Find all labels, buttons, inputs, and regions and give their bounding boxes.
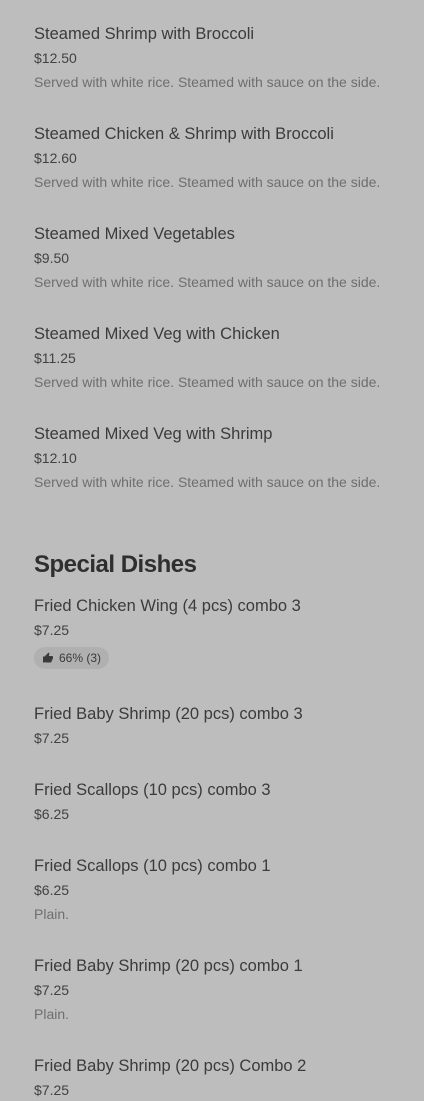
menu-item[interactable]: Steamed Mixed Vegetables $9.50 Served wi…: [34, 224, 414, 291]
menu-item-description: Served with white rice. Steamed with sau…: [34, 74, 381, 90]
menu-item-price: $9.50: [34, 250, 70, 266]
menu-item-price: $12.50: [34, 50, 77, 66]
menu-item-description: Served with white rice. Steamed with sau…: [34, 274, 381, 290]
menu-item-name[interactable]: Fried Chicken Wing (4 pcs) combo 3: [34, 596, 414, 616]
menu-item[interactable]: Fried Scallops (10 pcs) combo 1 $6.25 Pl…: [34, 856, 414, 923]
menu-page: Steamed Shrimp with Broccoli $12.50 Serv…: [0, 0, 424, 1101]
menu-item-price: $7.25: [34, 622, 70, 638]
menu-item-description: Served with white rice. Steamed with sau…: [34, 474, 381, 490]
menu-item-name[interactable]: Fried Scallops (10 pcs) combo 3: [34, 780, 414, 800]
menu-item[interactable]: Steamed Mixed Veg with Chicken $11.25 Se…: [34, 324, 414, 391]
menu-item-description: Served with white rice. Steamed with sau…: [34, 374, 381, 390]
menu-item-description: Served with white rice. Steamed with sau…: [34, 174, 381, 190]
menu-item-price: $12.60: [34, 150, 77, 166]
menu-item-price: $11.25: [34, 350, 76, 366]
menu-item-description: Plain.: [34, 1006, 70, 1022]
menu-item-description: Plain.: [34, 906, 70, 922]
rating-text: 66% (3): [59, 651, 102, 665]
menu-item-name[interactable]: Steamed Mixed Vegetables: [34, 224, 414, 244]
thumbs-up-icon: [43, 652, 53, 663]
menu-item-name[interactable]: Steamed Mixed Veg with Chicken: [34, 324, 414, 344]
menu-item-name[interactable]: Fried Baby Shrimp (20 pcs) combo 1: [34, 956, 414, 976]
menu-item[interactable]: Fried Scallops (10 pcs) combo 3 $6.25: [34, 780, 414, 823]
menu-item-name[interactable]: Steamed Mixed Veg with Shrimp: [34, 424, 414, 444]
rating-badge: 66% (3): [34, 647, 110, 669]
menu-item-name[interactable]: Fried Scallops (10 pcs) combo 1: [34, 856, 414, 876]
menu-item-name[interactable]: Steamed Shrimp with Broccoli: [34, 24, 414, 44]
menu-item-price: $7.25: [34, 730, 70, 746]
menu-item[interactable]: Steamed Shrimp with Broccoli $12.50 Serv…: [34, 24, 414, 91]
menu-item[interactable]: Steamed Chicken & Shrimp with Broccoli $…: [34, 124, 414, 191]
menu-item-price: $7.25: [34, 982, 70, 998]
menu-item[interactable]: Fried Chicken Wing (4 pcs) combo 3 $7.25…: [34, 596, 414, 669]
menu-item-name[interactable]: Fried Baby Shrimp (20 pcs) Combo 2: [34, 1056, 414, 1076]
menu-item-name[interactable]: Fried Baby Shrimp (20 pcs) combo 3: [34, 704, 414, 724]
menu-item-name[interactable]: Steamed Chicken & Shrimp with Broccoli: [34, 124, 414, 144]
menu-item-price: $6.25: [34, 806, 70, 822]
menu-item[interactable]: Fried Baby Shrimp (20 pcs) combo 1 $7.25…: [34, 956, 414, 1023]
section-title-special-dishes: Special Dishes: [34, 551, 197, 578]
menu-item[interactable]: Fried Baby Shrimp (20 pcs) Combo 2 $7.25: [34, 1056, 414, 1099]
menu-item-price: $6.25: [34, 882, 70, 898]
menu-item[interactable]: Fried Baby Shrimp (20 pcs) combo 3 $7.25: [34, 704, 414, 747]
menu-item-price: $7.25: [34, 1082, 70, 1098]
menu-item[interactable]: Steamed Mixed Veg with Shrimp $12.10 Ser…: [34, 424, 414, 491]
menu-item-price: $12.10: [34, 450, 77, 466]
